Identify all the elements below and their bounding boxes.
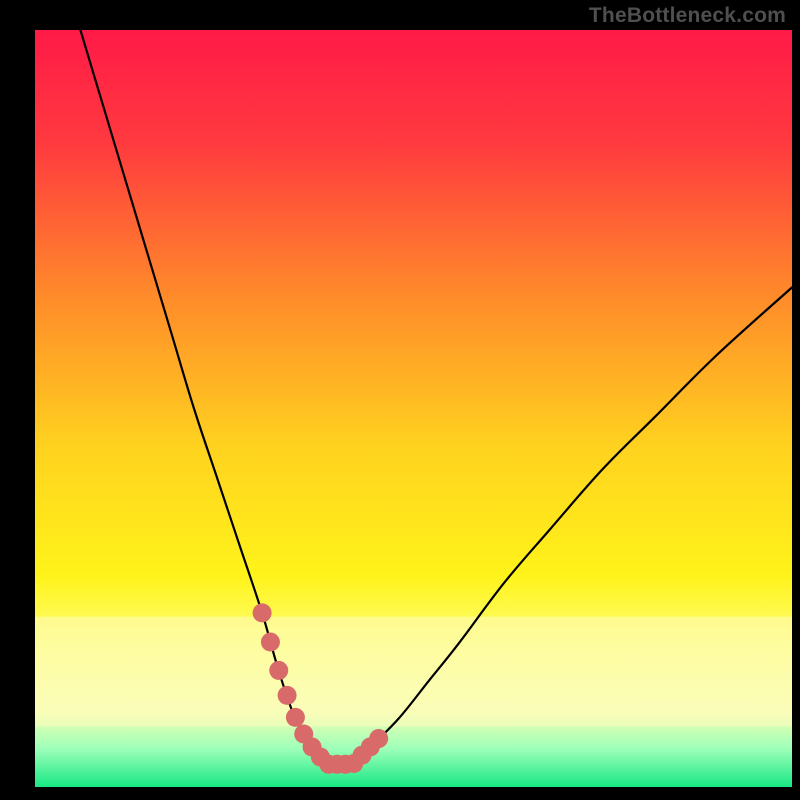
highlight-dot: [261, 633, 280, 652]
glow-band: [35, 617, 792, 727]
watermark-text: TheBottleneck.com: [589, 4, 786, 28]
bottom-glow: [35, 617, 792, 727]
highlight-dot: [278, 686, 297, 705]
plot-area: [35, 30, 792, 787]
curve-layer: [35, 30, 792, 787]
highlight-dot: [286, 708, 305, 727]
chart-frame: TheBottleneck.com: [0, 0, 800, 800]
highlight-dot: [253, 603, 272, 622]
highlight-dot: [269, 661, 288, 680]
highlight-dot: [369, 729, 388, 748]
